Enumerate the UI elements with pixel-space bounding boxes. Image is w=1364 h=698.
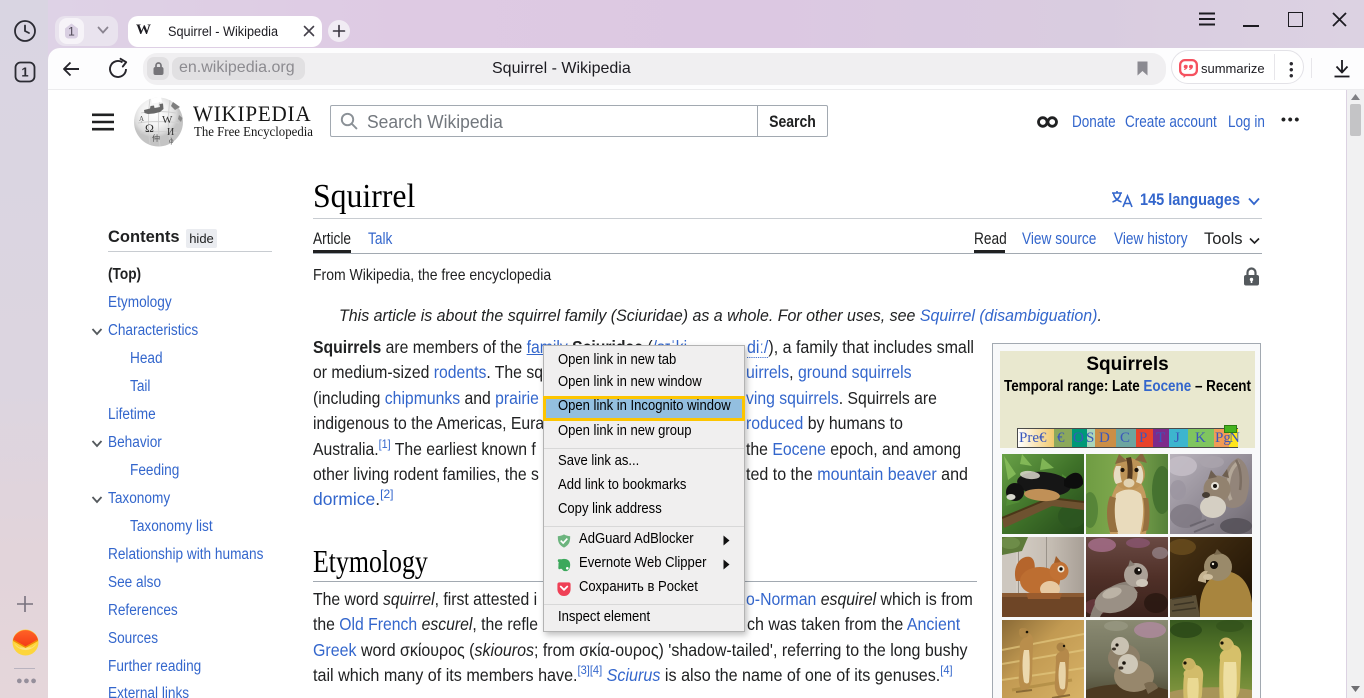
svg-text:1: 1: [21, 65, 28, 80]
svg-text:W: W: [162, 114, 173, 126]
svg-text:Ω: Ω: [145, 121, 154, 135]
svg-text:仲: 仲: [152, 133, 160, 143]
svg-text:ф: ф: [169, 137, 174, 145]
svg-text:Ạ: Ạ: [139, 115, 144, 123]
svg-text:1: 1: [68, 25, 75, 39]
